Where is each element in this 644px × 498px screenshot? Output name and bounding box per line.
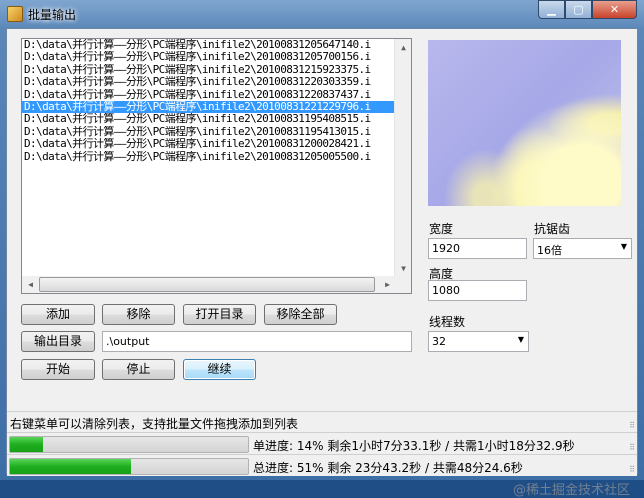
title-bar: 批量输出 ▁ ▢ ✕ xyxy=(0,0,644,28)
single-progress-text: 单进度: 14% 剩余1小时7分33.1秒 / 共需1小时18分32.9秒 xyxy=(253,439,575,453)
total-progress-bar xyxy=(9,458,249,475)
client-area: D:\data\并行计算——分形\PC端程序\inifile2\20100831… xyxy=(6,28,638,498)
file-list-item[interactable]: D:\data\并行计算——分形\PC端程序\inifile2\20100831… xyxy=(22,51,396,63)
file-list-item[interactable]: D:\data\并行计算——分形\PC端程序\inifile2\20100831… xyxy=(22,39,396,51)
continue-button[interactable]: 继续 xyxy=(183,359,256,380)
scroll-up-icon[interactable]: ▲ xyxy=(395,39,411,56)
single-progress-bar-row: 单进度: 14% 剩余1小时7分33.1秒 / 共需1小时18分32.9秒 ⠿ xyxy=(7,432,637,454)
chevron-down-icon: ▼ xyxy=(620,242,627,251)
total-progress-text: 总进度: 51% 剩余 23分43.2秒 / 共需48分24.6秒 xyxy=(253,461,523,475)
resize-grip-icon: ⠿ xyxy=(629,421,635,430)
threads-value: 32 xyxy=(432,335,446,348)
file-list-item[interactable]: D:\data\并行计算——分形\PC端程序\inifile2\20100831… xyxy=(22,89,396,101)
file-list-item[interactable]: D:\data\并行计算——分形\PC端程序\inifile2\20100831… xyxy=(22,138,396,150)
watermark: @稀土掘金技术社区 xyxy=(513,483,631,498)
window: 批量输出 ▁ ▢ ✕ D:\data\并行计算——分形\PC端程序\inifil… xyxy=(0,0,644,498)
fractal-preview-image xyxy=(428,40,621,206)
threads-label: 线程数 xyxy=(429,315,466,329)
remove-button[interactable]: 移除 xyxy=(102,304,175,325)
single-progress-bar xyxy=(9,436,249,453)
resize-grip-icon[interactable]: ⠿ xyxy=(629,465,635,474)
antialias-select[interactable]: 16倍 ▼ xyxy=(533,238,632,259)
total-progress-fill xyxy=(10,459,132,474)
file-list-item[interactable]: D:\data\并行计算——分形\PC端程序\inifile2\20100831… xyxy=(22,113,396,125)
height-input[interactable]: 1080 xyxy=(428,280,527,301)
horizontal-scrollbar[interactable]: ◀ ▶ xyxy=(22,276,396,293)
width-input[interactable]: 1920 xyxy=(428,238,527,259)
start-button[interactable]: 开始 xyxy=(21,359,95,380)
maximize-button[interactable]: ▢ xyxy=(565,0,592,19)
resize-grip-icon: ⠿ xyxy=(629,443,635,452)
open-directory-button[interactable]: 打开目录 xyxy=(183,304,256,325)
status-hint-bar: 右键菜单可以清除列表，支持批量文件拖拽添加到列表 ⠿ xyxy=(7,411,637,432)
file-list[interactable]: D:\data\并行计算——分形\PC端程序\inifile2\20100831… xyxy=(21,38,412,294)
single-progress-fill xyxy=(10,437,44,452)
antialias-label: 抗锯齿 xyxy=(534,222,571,236)
window-title: 批量输出 xyxy=(28,8,77,22)
output-directory-button[interactable]: 输出目录 xyxy=(21,331,95,352)
add-button[interactable]: 添加 xyxy=(21,304,95,325)
file-list-item[interactable]: D:\data\并行计算——分形\PC端程序\inifile2\20100831… xyxy=(22,64,396,76)
file-list-item[interactable]: D:\data\并行计算——分形\PC端程序\inifile2\20100831… xyxy=(22,126,396,138)
file-list-item[interactable]: D:\data\并行计算——分形\PC端程序\inifile2\20100831… xyxy=(22,100,396,114)
scroll-left-icon[interactable]: ◀ xyxy=(22,276,39,293)
file-list-item[interactable]: D:\data\并行计算——分形\PC端程序\inifile2\20100831… xyxy=(22,151,396,163)
close-button[interactable]: ✕ xyxy=(592,0,637,19)
minimize-button[interactable]: ▁ xyxy=(538,0,565,19)
chevron-down-icon: ▼ xyxy=(517,335,524,344)
antialias-value: 16倍 xyxy=(537,244,562,257)
app-icon xyxy=(7,6,23,22)
file-list-item[interactable]: D:\data\并行计算——分形\PC端程序\inifile2\20100831… xyxy=(22,76,396,88)
total-progress-bar-row: 总进度: 51% 剩余 23分43.2秒 / 共需48分24.6秒 @稀土掘金技… xyxy=(7,454,637,498)
width-label: 宽度 xyxy=(429,222,454,236)
remove-all-button[interactable]: 移除全部 xyxy=(264,304,337,325)
output-path-input[interactable]: .\output xyxy=(102,331,412,352)
stop-button[interactable]: 停止 xyxy=(102,359,175,380)
scroll-corner xyxy=(394,276,411,293)
status-hint-text: 右键菜单可以清除列表，支持批量文件拖拽添加到列表 xyxy=(10,417,299,431)
scroll-down-icon[interactable]: ▼ xyxy=(395,260,411,277)
horizontal-scroll-thumb[interactable] xyxy=(39,277,375,292)
threads-select[interactable]: 32 ▼ xyxy=(428,331,529,352)
vertical-scrollbar[interactable]: ▲ ▼ xyxy=(394,39,411,277)
